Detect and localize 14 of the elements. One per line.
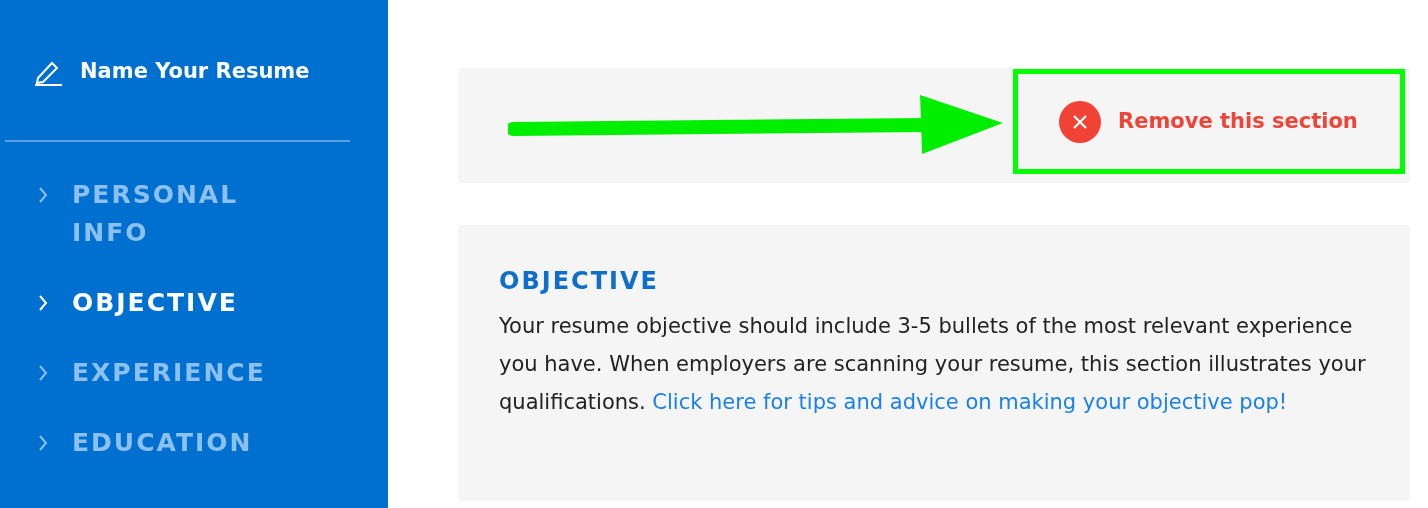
close-icon bbox=[1058, 99, 1102, 144]
tips-link[interactable]: Click here for tips and advice on making your objective pop! bbox=[652, 390, 1288, 414]
remove-section-button[interactable]: Remove this section bbox=[1058, 99, 1358, 144]
chevron-icon bbox=[38, 186, 48, 203]
nav-item[interactable]: EDUCATION bbox=[38, 423, 388, 462]
nav-item[interactable]: PERSONAL INFO bbox=[38, 175, 388, 252]
chevron-icon bbox=[38, 434, 48, 451]
nav-item[interactable]: EXPERIENCE bbox=[38, 353, 388, 392]
nav-item[interactable]: OBJECTIVE bbox=[38, 283, 388, 322]
objective-description: Your resume objective should include 3-5 bullets of the most relevant experience you have. When employers are scanning your resume, this section illustrates your qualifications. Click here for tips and advice on making your objective pop! bbox=[499, 313, 1367, 416]
resume-name-title[interactable]: Name Your Resume bbox=[80, 56, 310, 88]
chevron-icon bbox=[38, 294, 48, 311]
chevron-icon bbox=[38, 364, 48, 381]
section-heading: OBJECTIVE bbox=[499, 266, 660, 297]
